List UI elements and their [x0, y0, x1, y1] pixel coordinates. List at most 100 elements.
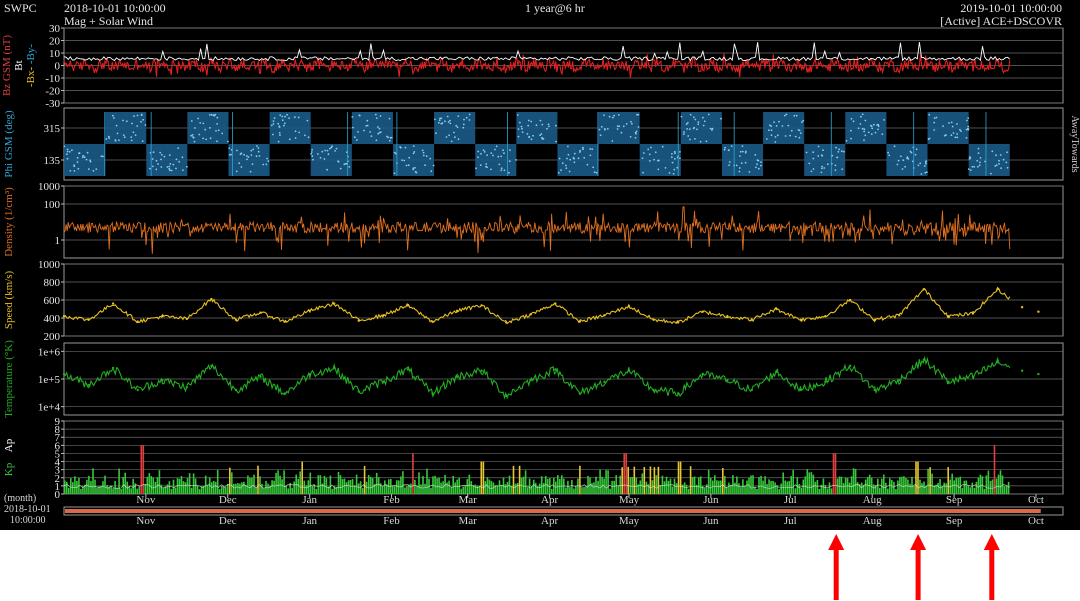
phi-point — [430, 170, 433, 173]
phi-ytick: 135 — [44, 155, 61, 167]
phi-point — [266, 157, 268, 160]
kp-bar — [452, 475, 454, 494]
phi-point — [86, 151, 89, 154]
kp-bar — [573, 488, 575, 494]
kp-bar — [490, 480, 493, 494]
phi-point — [462, 126, 465, 129]
phi-point — [637, 113, 640, 116]
kp-bar — [810, 472, 813, 494]
phi-point — [216, 140, 218, 143]
phi-point — [477, 156, 479, 159]
kp-bar — [991, 479, 994, 494]
mag-ytick: -30 — [45, 98, 60, 110]
phi-point — [696, 128, 698, 131]
kp-bar — [758, 477, 760, 494]
kp-bar — [822, 478, 825, 494]
phi-point — [650, 146, 652, 149]
kp-bar — [619, 475, 621, 494]
month-label-bottom: Apr — [541, 515, 558, 527]
phi-point — [441, 122, 444, 125]
temperature-point — [627, 369, 631, 372]
temperature-point — [652, 388, 655, 392]
temperature-point — [799, 388, 803, 392]
month-label-top: May — [619, 494, 640, 506]
kp-bar — [305, 485, 308, 494]
phi-point — [483, 151, 486, 153]
phi-point — [415, 171, 418, 174]
phi-point — [928, 137, 931, 140]
speed-point — [1020, 306, 1024, 309]
phi-sector-away — [598, 112, 640, 144]
phi-point — [141, 140, 144, 143]
phi-point — [622, 125, 625, 128]
phi-point — [907, 158, 910, 160]
kp-bar — [571, 479, 573, 494]
phi-point — [683, 131, 685, 133]
phi-point — [541, 123, 544, 126]
phi-point — [541, 138, 544, 140]
phi-point — [797, 129, 800, 131]
phi-point — [357, 131, 359, 133]
month-label-top: Mar — [459, 494, 478, 506]
phi-point — [159, 151, 162, 154]
kp-bar — [643, 467, 646, 494]
phi-point — [351, 116, 354, 118]
speed-point — [1037, 310, 1040, 313]
kp-bar — [317, 475, 320, 494]
phi-point — [694, 118, 697, 121]
phi-point — [265, 163, 268, 166]
phi-point — [140, 120, 142, 123]
phi-point — [600, 125, 603, 128]
phi-point — [281, 119, 284, 122]
kp-bar — [907, 479, 909, 494]
phi-point — [73, 170, 76, 172]
phi-point — [388, 139, 391, 142]
kp-bar — [681, 484, 684, 494]
kp-bar — [92, 468, 94, 494]
speed-point — [333, 302, 336, 305]
phi-point — [85, 158, 88, 161]
phi-point — [845, 139, 848, 142]
phi-point — [956, 123, 958, 125]
phi-point — [503, 169, 506, 172]
phi-point — [821, 167, 823, 170]
phi-point — [363, 129, 365, 132]
phi-point — [389, 136, 392, 139]
phi-point — [198, 133, 201, 136]
phi-point — [784, 135, 787, 137]
kp-bar — [738, 483, 740, 494]
phi-point — [307, 136, 310, 139]
phi-point — [968, 156, 971, 158]
phi-point — [76, 156, 79, 159]
phi-point — [773, 121, 775, 123]
phi-point — [790, 129, 793, 132]
phi-point — [155, 159, 158, 162]
phi-sector-away — [187, 112, 229, 144]
phi-point — [453, 131, 455, 134]
phi-point — [843, 150, 845, 153]
phi-point — [163, 155, 166, 158]
kp-bar — [915, 461, 917, 494]
phi-point — [335, 147, 338, 150]
kp-bar — [667, 480, 670, 494]
kp-bar — [221, 486, 223, 494]
phi-point — [186, 165, 188, 168]
phi-point — [182, 169, 184, 172]
phi-point — [859, 123, 862, 125]
phi-point — [965, 128, 968, 131]
phi-point — [304, 134, 306, 137]
kp-bar — [979, 474, 982, 494]
phi-point — [202, 137, 205, 140]
kp-bar — [569, 487, 571, 494]
kp-bar — [162, 487, 165, 494]
phi-point — [283, 122, 286, 125]
phi-point — [933, 129, 936, 131]
kp-bar — [695, 484, 698, 494]
phi-point — [967, 117, 970, 119]
kp-bar — [118, 468, 120, 494]
phi-point — [258, 155, 261, 157]
phi-point — [857, 127, 860, 130]
phi-point — [247, 156, 250, 158]
kp-bar — [655, 475, 658, 494]
phi-point — [573, 161, 576, 164]
